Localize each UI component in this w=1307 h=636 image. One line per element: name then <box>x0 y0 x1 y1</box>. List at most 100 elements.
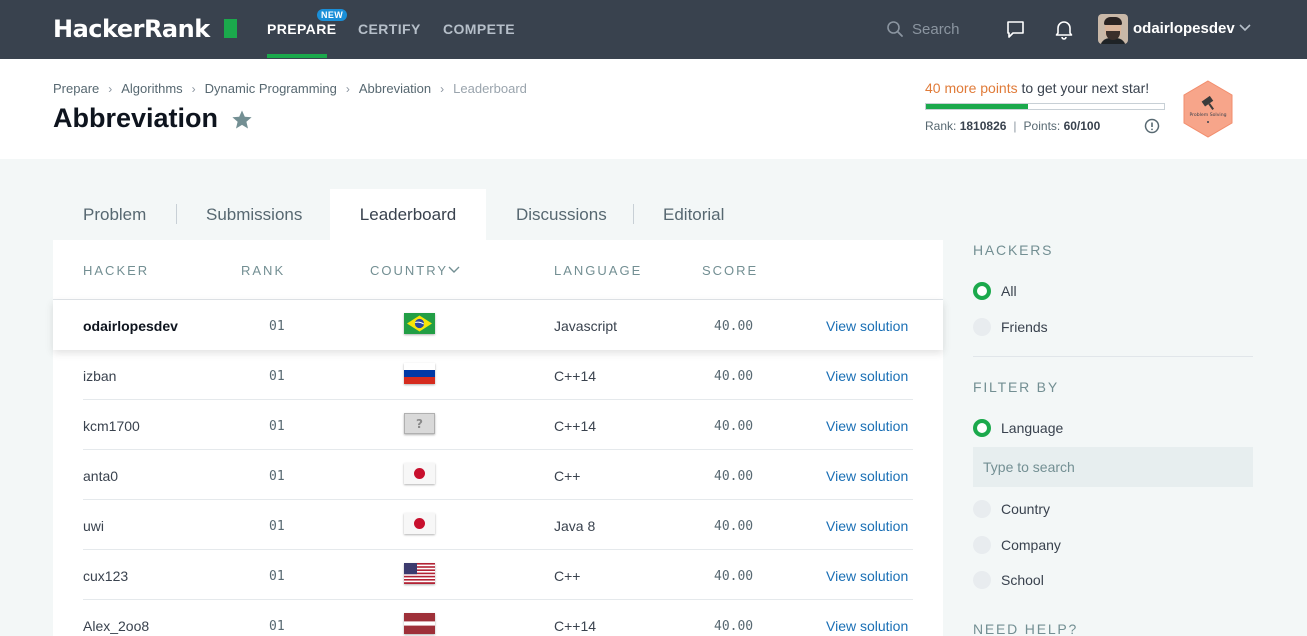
row-divider <box>83 499 913 500</box>
top-navbar: HackerRank PREPARE NEW CERTIFY COMPETE S… <box>0 0 1307 59</box>
messages-icon[interactable] <box>1005 19 1026 40</box>
radio-friends[interactable] <box>973 318 991 336</box>
rank-cell: 01 <box>269 369 285 384</box>
notifications-bell-icon[interactable] <box>1053 18 1075 40</box>
radio-country[interactable] <box>973 500 991 518</box>
language-search-input[interactable] <box>973 447 1253 487</box>
hackers-heading: HACKERS <box>973 242 1054 258</box>
breadcrumb-current: Leaderboard <box>453 81 527 96</box>
breadcrumb-algorithms[interactable]: Algorithms <box>121 81 182 96</box>
radio-country-label[interactable]: Country <box>1001 501 1050 517</box>
user-avatar[interactable] <box>1098 14 1128 44</box>
country-flag-icon <box>404 363 435 384</box>
star-progress-fill <box>926 104 1029 109</box>
rank-value: 1810826 <box>959 119 1007 133</box>
column-header-country[interactable]: COUNTRY <box>370 263 461 278</box>
row-divider <box>83 399 913 400</box>
radio-all-label[interactable]: All <box>1001 283 1017 299</box>
nav-prepare[interactable]: PREPARE <box>267 21 336 37</box>
star-progress-bar <box>925 103 1165 110</box>
score-cell: 40.00 <box>714 469 754 484</box>
language-cell: C++14 <box>554 618 597 634</box>
breadcrumb-separator-icon: › <box>345 82 350 96</box>
chevron-down-icon <box>448 266 460 273</box>
view-solution-link[interactable]: View solution <box>826 568 908 584</box>
radio-company-label[interactable]: Company <box>1001 537 1061 553</box>
breadcrumb-separator-icon: › <box>108 82 113 96</box>
tab-discussions[interactable]: Discussions <box>516 190 607 240</box>
score-cell: 40.00 <box>714 569 754 584</box>
tab-problem[interactable]: Problem <box>83 190 146 240</box>
filter-by-heading: FILTER BY <box>973 379 1059 395</box>
page-title: Abbreviation <box>53 103 219 133</box>
hacker-name[interactable]: anta0 <box>83 468 118 484</box>
breadcrumb-separator-icon: › <box>191 82 196 96</box>
column-header-language: LANGUAGE <box>554 263 643 278</box>
search-icon[interactable] <box>886 20 904 38</box>
country-flag-icon <box>404 463 435 484</box>
breadcrumb: Prepare › Algorithms › Dynamic Programming › A… <box>53 81 527 96</box>
country-flag-icon: ? <box>404 413 435 434</box>
nav-active-indicator <box>267 54 327 58</box>
row-divider <box>83 449 913 450</box>
radio-language[interactable] <box>973 419 991 437</box>
country-flag-icon <box>404 513 435 534</box>
nav-compete[interactable]: COMPETE <box>443 21 515 37</box>
problem-solving-badge-icon[interactable]: Problem Solving <box>1181 80 1235 138</box>
score-cell: 40.00 <box>714 319 754 334</box>
chevron-down-icon[interactable] <box>1238 21 1252 35</box>
next-star-text: to get your next star! <box>1017 80 1150 96</box>
sidebar-divider <box>973 356 1253 357</box>
points-value: 60/100 <box>1063 119 1101 133</box>
score-cell: 40.00 <box>714 419 754 434</box>
view-solution-link[interactable]: View solution <box>826 318 908 334</box>
bookmark-star-icon[interactable] <box>231 109 253 131</box>
view-solution-link[interactable]: View solution <box>826 518 908 534</box>
column-header-hacker: HACKER <box>83 263 150 278</box>
hacker-name[interactable]: uwi <box>83 518 104 534</box>
column-header-score: SCORE <box>702 263 759 278</box>
hacker-name[interactable]: kcm1700 <box>83 418 140 434</box>
radio-company[interactable] <box>973 536 991 554</box>
radio-friends-label[interactable]: Friends <box>1001 319 1048 335</box>
hacker-name[interactable]: izban <box>83 368 116 384</box>
svg-text:?: ? <box>416 417 423 431</box>
tab-leaderboard[interactable]: Leaderboard <box>330 189 486 240</box>
column-header-rank: RANK <box>241 263 286 278</box>
row-divider <box>83 599 913 600</box>
rank-cell: 01 <box>269 469 285 484</box>
rank-cell: 01 <box>269 419 285 434</box>
tab-divider <box>176 204 177 224</box>
tab-submissions[interactable]: Submissions <box>206 190 302 240</box>
language-cell: Javascript <box>554 318 618 334</box>
nav-certify[interactable]: CERTIFY <box>358 21 421 37</box>
radio-language-label[interactable]: Language <box>1001 420 1063 436</box>
hackerrank-logo[interactable]: HackerRank <box>53 15 210 43</box>
tab-editorial[interactable]: Editorial <box>663 190 724 240</box>
view-solution-link[interactable]: View solution <box>826 618 908 634</box>
current-user-row-highlight <box>53 300 943 350</box>
breadcrumb-dynamic-programming[interactable]: Dynamic Programming <box>205 81 337 96</box>
points-label: Points: <box>1023 119 1061 133</box>
language-cell: C++14 <box>554 368 597 384</box>
info-icon[interactable] <box>1144 118 1160 134</box>
page-header: Prepare › Algorithms › Dynamic Programming › A… <box>0 59 1307 159</box>
radio-all[interactable] <box>973 282 991 300</box>
hacker-name[interactable]: Alex_2oo8 <box>83 618 149 634</box>
username-menu[interactable]: odairlopesdev <box>1133 20 1235 37</box>
radio-school-label[interactable]: School <box>1001 572 1044 588</box>
row-divider <box>83 549 913 550</box>
view-solution-link[interactable]: View solution <box>826 418 908 434</box>
search-input[interactable]: Search <box>912 21 960 38</box>
radio-school[interactable] <box>973 571 991 589</box>
country-flag-icon <box>404 613 435 634</box>
breadcrumb-abbreviation[interactable]: Abbreviation <box>359 81 431 96</box>
view-solution-link[interactable]: View solution <box>826 468 908 484</box>
view-solution-link[interactable]: View solution <box>826 368 908 384</box>
hacker-name[interactable]: odairlopesdev <box>83 318 178 334</box>
tab-divider <box>633 204 634 224</box>
breadcrumb-prepare[interactable]: Prepare <box>53 81 99 96</box>
hacker-name[interactable]: cux123 <box>83 568 128 584</box>
points-needed: 40 more points <box>925 80 1018 96</box>
next-star-message: 40 more points to get your next star! <box>925 80 1149 96</box>
